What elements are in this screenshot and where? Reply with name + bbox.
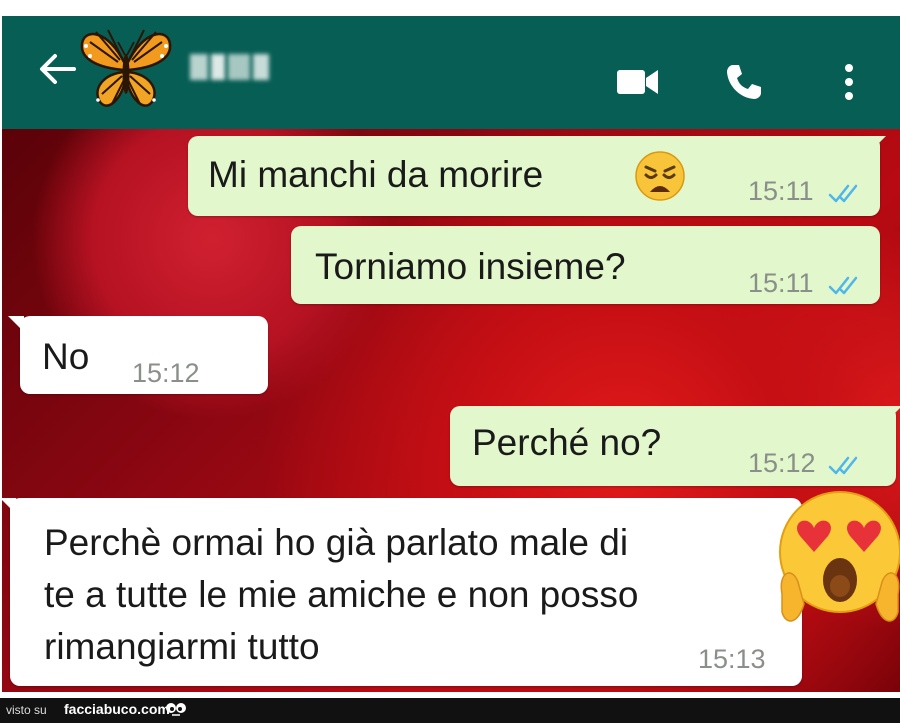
phone-call-icon[interactable]	[724, 62, 764, 102]
heart-eyes-screaming-face-emoji	[779, 491, 900, 622]
message-bubble-outgoing[interactable]: Mi manchi da morire 15:11	[188, 136, 886, 216]
chat-header	[2, 16, 900, 129]
double-check-read-icon	[828, 276, 858, 295]
bubble-tail	[886, 406, 900, 422]
message-bubble-incoming[interactable]: No 15:12	[8, 316, 268, 394]
video-call-icon[interactable]	[616, 68, 660, 96]
double-check-read-icon	[828, 456, 858, 475]
message-text: Torniamo insieme?	[315, 246, 626, 287]
message-timestamp: 15:12	[132, 358, 200, 388]
weary-face-emoji	[635, 151, 685, 201]
message-bubble-outgoing[interactable]: Torniamo insieme? 15:11	[291, 226, 880, 304]
facciabuco-logo-icon	[166, 703, 186, 716]
message-timestamp: 15:11	[748, 176, 814, 206]
message-timestamp: 15:11	[748, 268, 814, 298]
chat-window: Mi manchi da morire 15:11 Torniamo insie…	[2, 16, 900, 692]
message-text: Mi manchi da morire	[208, 154, 544, 195]
butterfly-avatar[interactable]	[78, 24, 174, 114]
message-timestamp: 15:12	[748, 448, 816, 478]
bubble-tail	[870, 136, 886, 152]
bubble-tail	[2, 498, 16, 514]
back-arrow-icon[interactable]	[34, 46, 80, 92]
more-vert-icon[interactable]	[843, 62, 855, 102]
message-bubble-outgoing[interactable]: Perché no? 15:12	[450, 406, 900, 486]
message-text: No	[42, 336, 90, 377]
message-bubble-incoming[interactable]: Perchè ormai ho già parlato male di te a…	[2, 498, 802, 686]
double-check-read-icon	[828, 184, 858, 203]
message-text: Perché no?	[472, 422, 662, 463]
contact-name-blurred[interactable]	[190, 54, 270, 80]
footer-prefix: visto su	[6, 703, 47, 717]
bubble-tail	[8, 316, 24, 332]
message-text-line: rimangiarmi tutto	[44, 626, 320, 667]
message-text-line: te a tutte le mie amiche e non posso	[44, 574, 639, 615]
footer-brand[interactable]: facciabuco.com	[64, 701, 170, 717]
message-text-line: Perchè ormai ho già parlato male di	[44, 522, 629, 563]
watermark-footer: visto su facciabuco.com	[0, 698, 900, 723]
message-timestamp: 15:13	[698, 644, 766, 674]
